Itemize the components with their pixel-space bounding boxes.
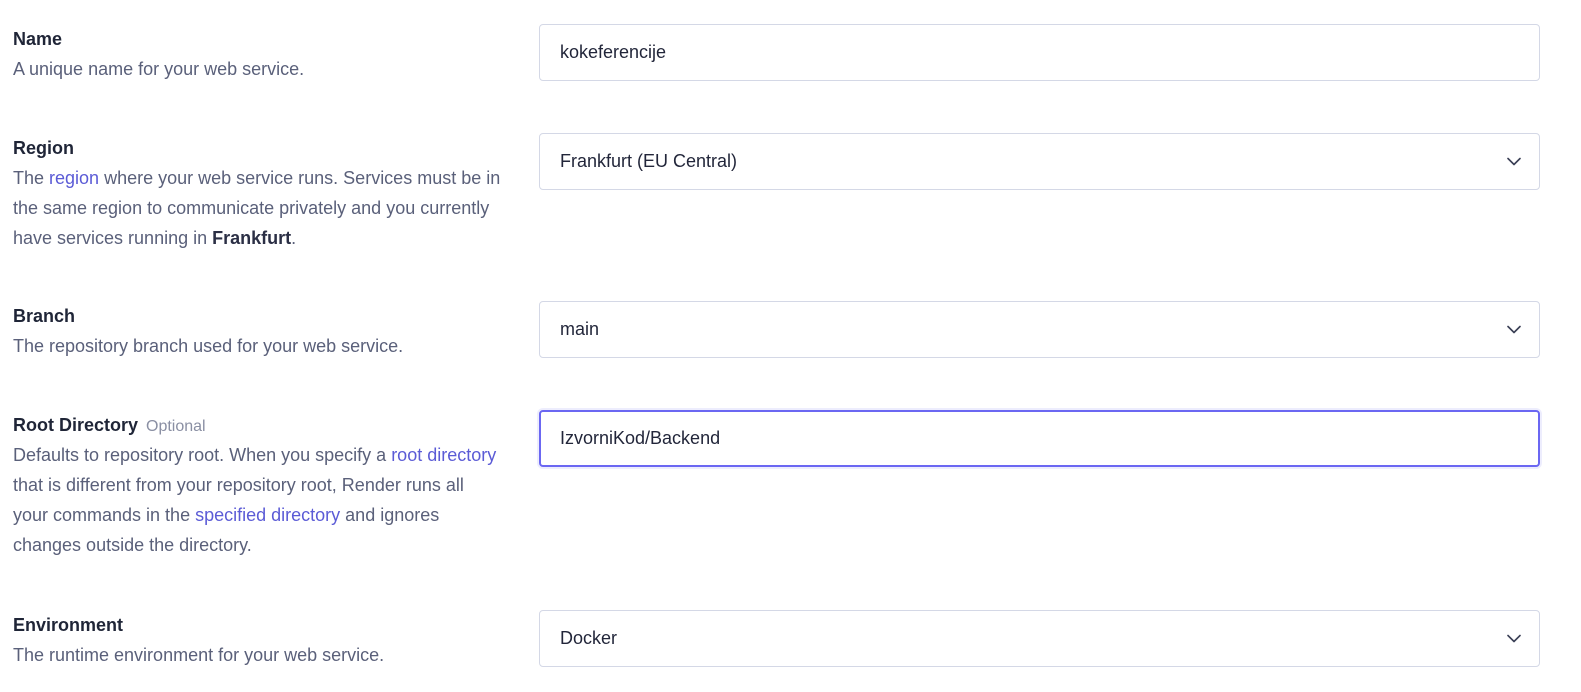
root-directory-docs-link[interactable]: root directory (391, 445, 496, 465)
root-directory-input[interactable] (560, 412, 1522, 465)
root-directory-label-group: Root Directory Optional Defaults to repos… (13, 410, 503, 560)
region-description: The region where your web service runs. … (13, 163, 503, 253)
chevron-down-icon (1505, 153, 1523, 171)
region-selected-value: Frankfurt (EU Central) (560, 151, 738, 171)
branch-select[interactable]: main (539, 301, 1540, 358)
branch-title: Branch (13, 306, 76, 326)
region-label-group: Region The region where your web service… (13, 133, 503, 253)
branch-label-group: Branch The repository branch used for yo… (13, 301, 503, 361)
environment-selected-value: Docker (560, 628, 618, 648)
root-directory-title-line: Root Directory Optional (13, 410, 503, 440)
chevron-down-icon (1505, 321, 1523, 339)
environment-row: Environment The runtime environment for … (0, 610, 1581, 670)
region-desc-text: The (13, 168, 50, 188)
name-title: Name (13, 29, 63, 49)
region-desc-period: . (291, 228, 297, 248)
environment-select[interactable]: Docker (539, 610, 1540, 667)
branch-row: Branch The repository branch used for yo… (0, 301, 1581, 361)
root-directory-desc-text: Defaults to repository root. When you sp… (13, 445, 392, 465)
root-directory-input-box[interactable] (539, 410, 1540, 467)
name-input[interactable] (560, 25, 1523, 80)
current-region-name: Frankfurt (212, 228, 292, 248)
region-row: Region The region where your web service… (0, 133, 1581, 263)
name-label-group: Name A unique name for your web service. (13, 24, 503, 84)
chevron-down-icon (1505, 630, 1523, 648)
web-service-settings-form: Name A unique name for your web service.… (0, 0, 1581, 692)
name-input-box[interactable] (539, 24, 1540, 81)
environment-title: Environment (13, 615, 124, 635)
environment-label-group: Environment The runtime environment for … (13, 610, 503, 670)
root-directory-title: Root Directory (13, 415, 139, 435)
environment-description: The runtime environment for your web ser… (13, 645, 385, 665)
root-directory-description: Defaults to repository root. When you sp… (13, 440, 503, 560)
branch-selected-value: main (560, 319, 600, 339)
region-select[interactable]: Frankfurt (EU Central) (539, 133, 1540, 190)
optional-tag: Optional (146, 418, 206, 435)
region-docs-link[interactable]: region (49, 168, 99, 188)
region-title: Region (13, 138, 74, 158)
name-description: A unique name for your web service. (13, 59, 305, 79)
branch-description: The repository branch used for your web … (13, 336, 404, 356)
name-row: Name A unique name for your web service. (0, 24, 1581, 84)
root-directory-row: Root Directory Optional Defaults to repos… (0, 410, 1581, 570)
specified-directory-link[interactable]: specified directory (195, 505, 340, 525)
